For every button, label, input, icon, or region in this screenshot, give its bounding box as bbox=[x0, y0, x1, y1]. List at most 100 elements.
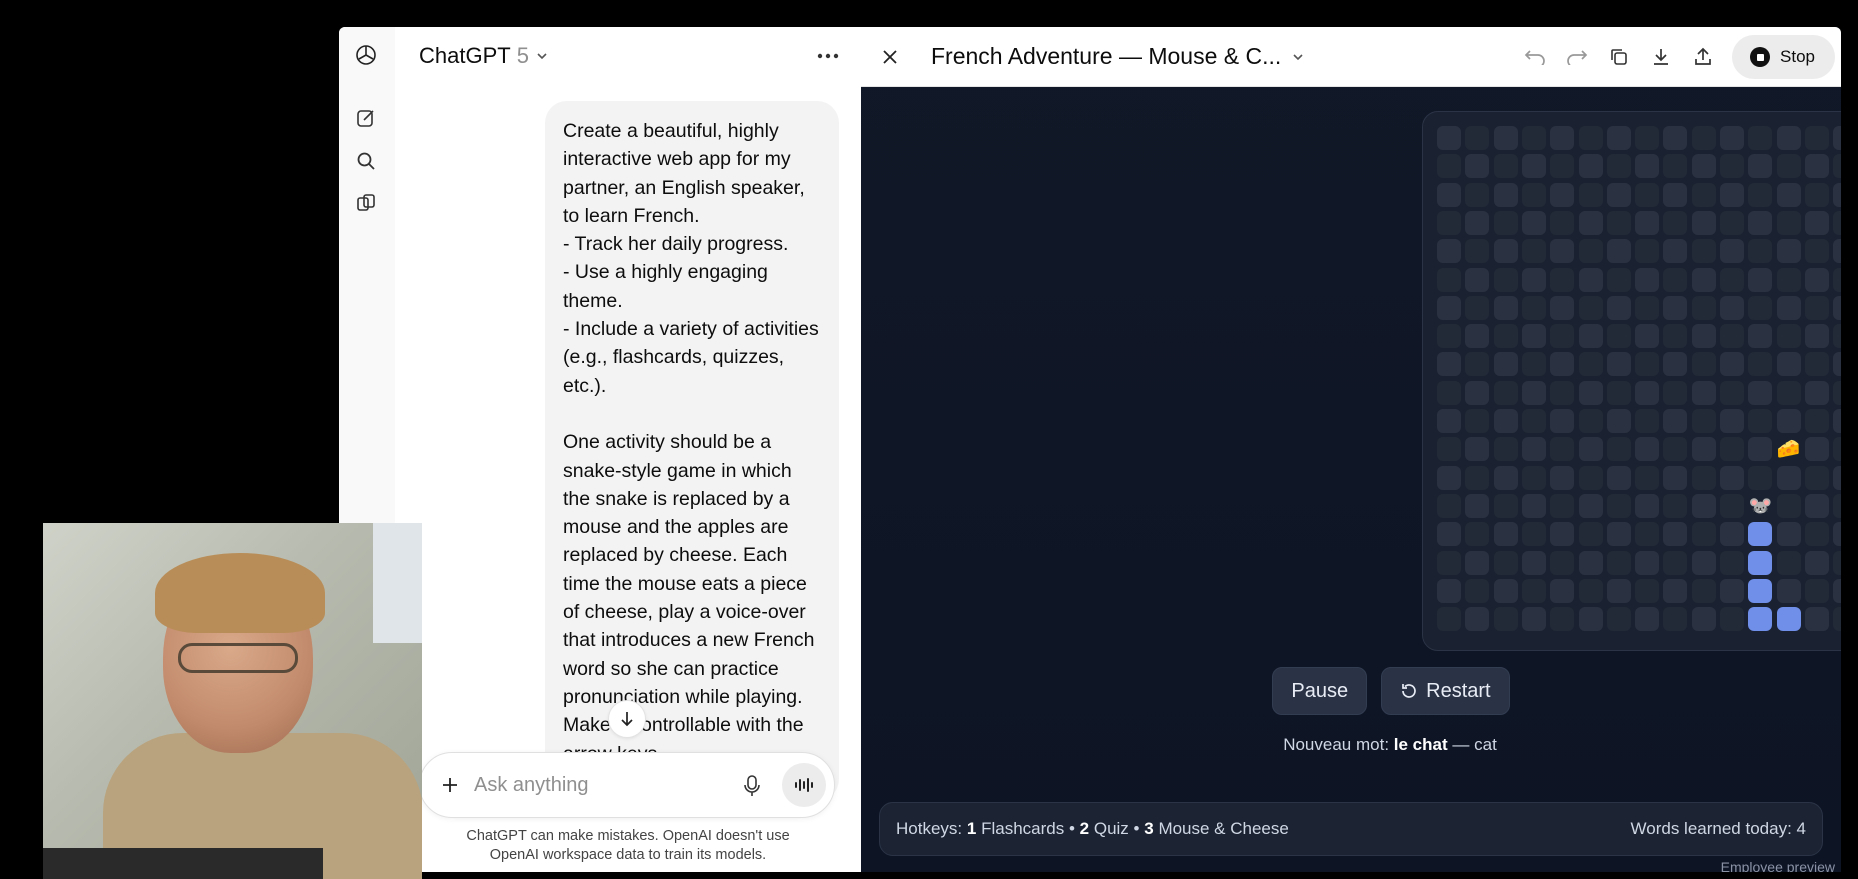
grid-cell bbox=[1691, 607, 1716, 632]
redo-icon[interactable] bbox=[1556, 36, 1598, 78]
restart-button[interactable]: Restart bbox=[1381, 667, 1510, 715]
undo-icon[interactable] bbox=[1514, 36, 1556, 78]
grid-cell bbox=[1691, 239, 1716, 264]
game-controls: Pause Restart bbox=[861, 667, 1841, 715]
grid-cell bbox=[1776, 154, 1801, 179]
cheese-piece: 🧀 bbox=[1776, 439, 1801, 461]
mouse-tail-segment bbox=[1748, 550, 1773, 575]
add-attachment-icon[interactable] bbox=[436, 771, 464, 799]
words-learned: Words learned today: 4 bbox=[1631, 819, 1806, 839]
grid-cell bbox=[1465, 522, 1490, 547]
grid-cell bbox=[1521, 607, 1546, 632]
grid-cell bbox=[1550, 295, 1575, 320]
restart-icon bbox=[1402, 684, 1416, 698]
grid-cell bbox=[1804, 607, 1829, 632]
stop-button[interactable]: Stop bbox=[1732, 35, 1835, 79]
grid-cell bbox=[1521, 239, 1546, 264]
new-chat-icon[interactable] bbox=[354, 106, 378, 130]
grid-cell bbox=[1720, 239, 1744, 264]
grid-cell bbox=[1833, 295, 1841, 320]
grid-cell bbox=[1776, 182, 1801, 207]
grid-cell bbox=[1550, 465, 1575, 490]
share-icon[interactable] bbox=[1682, 36, 1724, 78]
grid-cell bbox=[1606, 182, 1631, 207]
chevron-down-icon bbox=[1293, 53, 1303, 60]
grid-cell bbox=[1550, 437, 1575, 462]
grid-cell bbox=[1493, 437, 1518, 462]
restart-label: Restart bbox=[1426, 679, 1491, 702]
grid-cell bbox=[1720, 465, 1744, 490]
grid-cell bbox=[1521, 522, 1546, 547]
grid-cell bbox=[1437, 267, 1461, 292]
grid-cell bbox=[1663, 182, 1688, 207]
grid-cell bbox=[1635, 182, 1660, 207]
voice-mode-button[interactable] bbox=[782, 763, 826, 807]
grid-cell bbox=[1663, 295, 1688, 320]
grid-cell bbox=[1606, 493, 1631, 518]
copy-icon[interactable] bbox=[1598, 36, 1640, 78]
canvas-panel: French Adventure — Mouse & C... Stop 🧀 🐭… bbox=[861, 27, 1841, 872]
canvas-title: French Adventure — Mouse & C... bbox=[931, 43, 1282, 69]
microphone-icon[interactable] bbox=[738, 772, 766, 800]
grid-cell bbox=[1521, 154, 1546, 179]
pause-button[interactable]: Pause bbox=[1272, 667, 1368, 715]
canvas-title-selector[interactable]: French Adventure — Mouse & C... bbox=[931, 43, 1305, 70]
chat-header: ChatGPT 5 bbox=[395, 27, 861, 87]
openai-logo-icon[interactable] bbox=[354, 43, 378, 67]
grid-cell bbox=[1550, 607, 1575, 632]
grid-cell bbox=[1493, 578, 1518, 603]
grid-cell bbox=[1493, 154, 1518, 179]
grid-cell bbox=[1578, 182, 1603, 207]
words-learned-count: 4 bbox=[1796, 819, 1806, 838]
grid-cell bbox=[1748, 267, 1773, 292]
grid-cell bbox=[1465, 550, 1490, 575]
grid-cell bbox=[1606, 126, 1631, 150]
mouse-tail-segment bbox=[1748, 522, 1773, 547]
message-composer bbox=[419, 752, 835, 818]
scroll-down-button[interactable] bbox=[608, 700, 646, 738]
grid-cell bbox=[1550, 380, 1575, 405]
grid-cell bbox=[1578, 465, 1603, 490]
grid-cell bbox=[1550, 409, 1575, 433]
model-selector[interactable]: ChatGPT 5 bbox=[419, 43, 549, 69]
grid-cell bbox=[1550, 522, 1575, 547]
grid-cell bbox=[1776, 324, 1801, 349]
library-icon[interactable] bbox=[354, 191, 378, 215]
hotkeys: Hotkeys: 1 Flashcards • 2 Quiz • 3 Mouse… bbox=[896, 819, 1289, 839]
grid-cell bbox=[1748, 295, 1773, 320]
more-options-icon[interactable] bbox=[817, 47, 839, 59]
hotkey-key: 3 bbox=[1144, 819, 1154, 838]
grid-cell bbox=[1804, 409, 1829, 433]
ask-input[interactable] bbox=[474, 770, 714, 800]
hotkey-label[interactable]: Quiz bbox=[1094, 819, 1129, 838]
grid-cell bbox=[1578, 578, 1603, 603]
close-canvas-icon[interactable] bbox=[877, 44, 903, 70]
words-learned-label: Words learned today: bbox=[1630, 819, 1792, 838]
grid-cell bbox=[1804, 182, 1829, 207]
grid-cell bbox=[1578, 550, 1603, 575]
grid-cell bbox=[1833, 607, 1841, 632]
grid-cell bbox=[1833, 493, 1841, 518]
grid-cell bbox=[1663, 465, 1688, 490]
disclaimer-text: ChatGPT can make mistakes. OpenAI doesn'… bbox=[466, 828, 790, 863]
grid-cell bbox=[1635, 465, 1660, 490]
grid-cell bbox=[1720, 380, 1744, 405]
grid-cell bbox=[1635, 126, 1660, 150]
hotkey-label[interactable]: Mouse & Cheese bbox=[1158, 819, 1288, 838]
grid-cell bbox=[1776, 578, 1801, 603]
grid-cell bbox=[1437, 493, 1461, 518]
grid-cell bbox=[1720, 154, 1744, 179]
download-icon[interactable] bbox=[1640, 36, 1682, 78]
search-icon[interactable] bbox=[354, 149, 378, 173]
grid-cell bbox=[1635, 409, 1660, 433]
grid-cell bbox=[1635, 578, 1660, 603]
grid-cell bbox=[1606, 267, 1631, 292]
grid-cell bbox=[1578, 154, 1603, 179]
grid-cell bbox=[1663, 409, 1688, 433]
webcam-video-overlay bbox=[43, 523, 422, 879]
hotkey-label[interactable]: Flashcards bbox=[981, 819, 1064, 838]
new-word-prefix: Nouveau mot: bbox=[1283, 735, 1390, 754]
hotkey-key: 1 bbox=[966, 819, 977, 838]
grid-cell bbox=[1776, 126, 1801, 150]
game-board[interactable]: 🧀 🐭 bbox=[1422, 111, 1841, 651]
